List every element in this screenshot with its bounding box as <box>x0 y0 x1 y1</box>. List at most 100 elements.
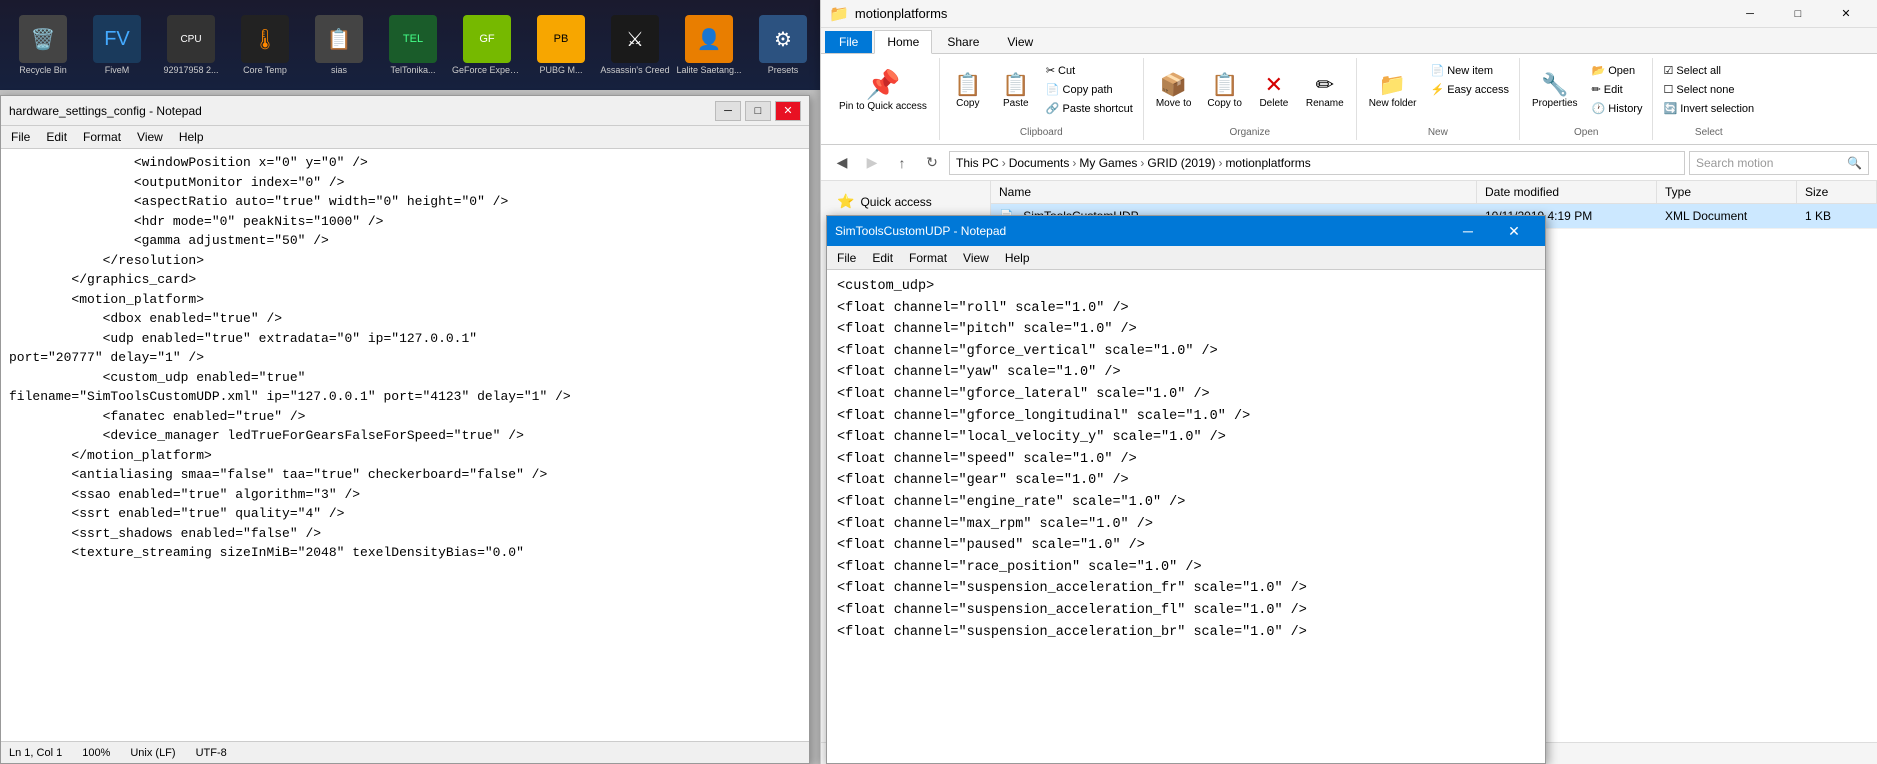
status-zoom: 100% <box>82 747 110 759</box>
taskbar-icon-cpuz[interactable]: CPU 92917958 2... <box>156 15 226 75</box>
cut-button[interactable]: ✂ Cut <box>1042 62 1137 79</box>
explorer-minimize-button[interactable]: ─ <box>1727 0 1773 28</box>
select-none-label: Select none <box>1676 84 1734 96</box>
taskbar-icon-presets[interactable]: ⚙ Presets <box>748 15 818 75</box>
crumb-current[interactable]: motionplatforms <box>1225 156 1310 170</box>
up-button[interactable]: ↑ <box>889 151 915 175</box>
close-button[interactable]: ✕ <box>775 101 801 121</box>
taskbar-icon-teltonika[interactable]: TEL TelTonika... <box>378 15 448 75</box>
coretemp-icon: 🌡 <box>241 15 289 63</box>
status-position: Ln 1, Col 1 <box>9 747 62 759</box>
copy-path-button[interactable]: 📄 Copy path <box>1042 81 1137 98</box>
cpuz-icon: CPU <box>167 15 215 63</box>
open-button[interactable]: 📂 Open <box>1588 62 1647 79</box>
ribbon-group-select: ☑ Select all ☐ Select none 🔄 Invert sele… <box>1653 58 1764 140</box>
tab-home[interactable]: Home <box>874 30 932 54</box>
simtools-menu-view[interactable]: View <box>957 249 995 267</box>
menu-edit[interactable]: Edit <box>40 128 73 146</box>
back-button[interactable]: ◀ <box>829 151 855 175</box>
rename-button[interactable]: ✏ Rename <box>1300 62 1350 122</box>
crumb-this-pc[interactable]: This PC <box>956 156 999 170</box>
col-header-name[interactable]: Name <box>991 181 1477 203</box>
history-icon: 🕐 <box>1592 102 1606 115</box>
new-folder-icon: 📁 <box>1379 74 1406 96</box>
col-header-type[interactable]: Type <box>1657 181 1797 203</box>
taskbar-icon-recycle-bin[interactable]: 🗑️ Recycle Bin <box>8 15 78 75</box>
notepad-simtools-content[interactable]: <custom_udp> <float channel="roll" scale… <box>827 270 1545 763</box>
simtools-menu-format[interactable]: Format <box>903 249 953 267</box>
paste-shortcut-button[interactable]: 🔗 Paste shortcut <box>1042 100 1137 117</box>
properties-button[interactable]: 🔧 Properties <box>1526 62 1584 122</box>
sidebar-item-quick-access[interactable]: ⭐ Quick access <box>821 189 990 214</box>
edit-button[interactable]: ✏ Edit <box>1588 81 1647 98</box>
simtools-minimize-button[interactable]: ─ <box>1445 217 1491 245</box>
crumb-my-games[interactable]: My Games <box>1079 156 1137 170</box>
taskbar-icon-pubg[interactable]: PB PUBG M... <box>526 15 596 75</box>
simtools-menu-file[interactable]: File <box>831 249 862 267</box>
refresh-button[interactable]: ↻ <box>919 151 945 175</box>
menu-help[interactable]: Help <box>173 128 210 146</box>
taskbar-icon-fivem[interactable]: FV FiveM <box>82 15 152 75</box>
tab-share[interactable]: Share <box>934 30 992 53</box>
delete-label: Delete <box>1259 98 1288 110</box>
taskbar-icon-lalite[interactable]: 👤 Lalite Saetang... <box>674 15 744 75</box>
invert-selection-button[interactable]: 🔄 Invert selection <box>1659 100 1758 117</box>
recycle-bin-label: Recycle Bin <box>8 65 78 75</box>
taskbar-icon-coretemp[interactable]: 🌡 Core Temp <box>230 15 300 75</box>
pin-label: Pin to Quick access <box>839 101 927 113</box>
simtools-close-button[interactable]: ✕ <box>1491 217 1537 245</box>
col-header-size[interactable]: Size <box>1797 181 1877 203</box>
copy-button[interactable]: 📋 Copy <box>946 62 990 122</box>
maximize-button[interactable]: □ <box>745 101 771 121</box>
easy-access-button[interactable]: ⚡ Easy access <box>1427 81 1513 98</box>
history-button[interactable]: 🕐 History <box>1588 100 1647 117</box>
clipboard-content: 📋 Copy 📋 Paste ✂ Cut <box>946 58 1137 127</box>
menu-view[interactable]: View <box>131 128 169 146</box>
paste-button[interactable]: 📋 Paste <box>994 62 1038 122</box>
taskbar-icon-geforce[interactable]: GF GeForce Experience <box>452 15 522 75</box>
crumb-documents[interactable]: Documents <box>1009 156 1070 170</box>
rename-label: Rename <box>1306 98 1344 110</box>
explorer-maximize-button[interactable]: □ <box>1775 0 1821 28</box>
select-none-button[interactable]: ☐ Select none <box>1659 81 1758 98</box>
notepad-simtools-title: SimToolsCustomUDP - Notepad <box>835 224 1006 238</box>
search-icon[interactable]: 🔍 <box>1847 156 1862 170</box>
new-folder-button[interactable]: 📁 New folder <box>1363 62 1423 122</box>
select-content: ☑ Select all ☐ Select none 🔄 Invert sele… <box>1659 58 1758 127</box>
search-box[interactable]: Search motion 🔍 <box>1689 151 1869 175</box>
new-group-label: New <box>1428 127 1448 140</box>
new-small-stack: 📄 New item ⚡ Easy access <box>1427 62 1513 98</box>
taskbar-icon-assassins[interactable]: ⚔ Assassin's Creed <box>600 15 670 75</box>
move-to-icon: 📦 <box>1160 74 1187 96</box>
open-icon: 📂 <box>1592 64 1606 77</box>
folder-icon: 📁 <box>829 4 849 24</box>
move-to-button[interactable]: 📦 Move to <box>1150 62 1198 122</box>
easy-access-label: Easy access <box>1447 84 1509 96</box>
menu-format[interactable]: Format <box>77 128 127 146</box>
paste-shortcut-label: Paste shortcut <box>1063 103 1133 115</box>
new-item-icon: 📄 <box>1431 64 1445 77</box>
lalite-label: Lalite Saetang... <box>674 65 744 75</box>
notepad-hardware-titlebar: hardware_settings_config - Notepad ─ □ ✕ <box>1 96 809 126</box>
address-bar[interactable]: This PC › Documents › My Games › GRID (2… <box>949 151 1685 175</box>
taskbar-icon-sias[interactable]: 📋 sias <box>304 15 374 75</box>
explorer-close-button[interactable]: ✕ <box>1823 0 1869 28</box>
forward-button[interactable]: ▶ <box>859 151 885 175</box>
minimize-button[interactable]: ─ <box>715 101 741 121</box>
tab-view[interactable]: View <box>994 30 1046 53</box>
fivem-label: FiveM <box>82 65 152 75</box>
new-item-button[interactable]: 📄 New item <box>1427 62 1513 79</box>
menu-file[interactable]: File <box>5 128 36 146</box>
simtools-menu-edit[interactable]: Edit <box>866 249 899 267</box>
delete-button[interactable]: ✕ Delete <box>1252 62 1296 122</box>
copy-to-button[interactable]: 📋 Copy to <box>1201 62 1247 122</box>
crumb-grid[interactable]: GRID (2019) <box>1147 156 1215 170</box>
col-header-date[interactable]: Date modified <box>1477 181 1657 203</box>
select-all-button[interactable]: ☑ Select all <box>1659 62 1758 79</box>
simtools-menu-help[interactable]: Help <box>999 249 1036 267</box>
tab-file[interactable]: File <box>825 31 872 53</box>
notepad-hardware-content[interactable]: <windowPosition x="0" y="0" /> <outputMo… <box>1 149 809 741</box>
pin-to-quick-access-button[interactable]: 📌 Pin to Quick access <box>833 62 933 122</box>
invert-icon: 🔄 <box>1663 102 1677 115</box>
properties-icon: 🔧 <box>1541 74 1568 96</box>
